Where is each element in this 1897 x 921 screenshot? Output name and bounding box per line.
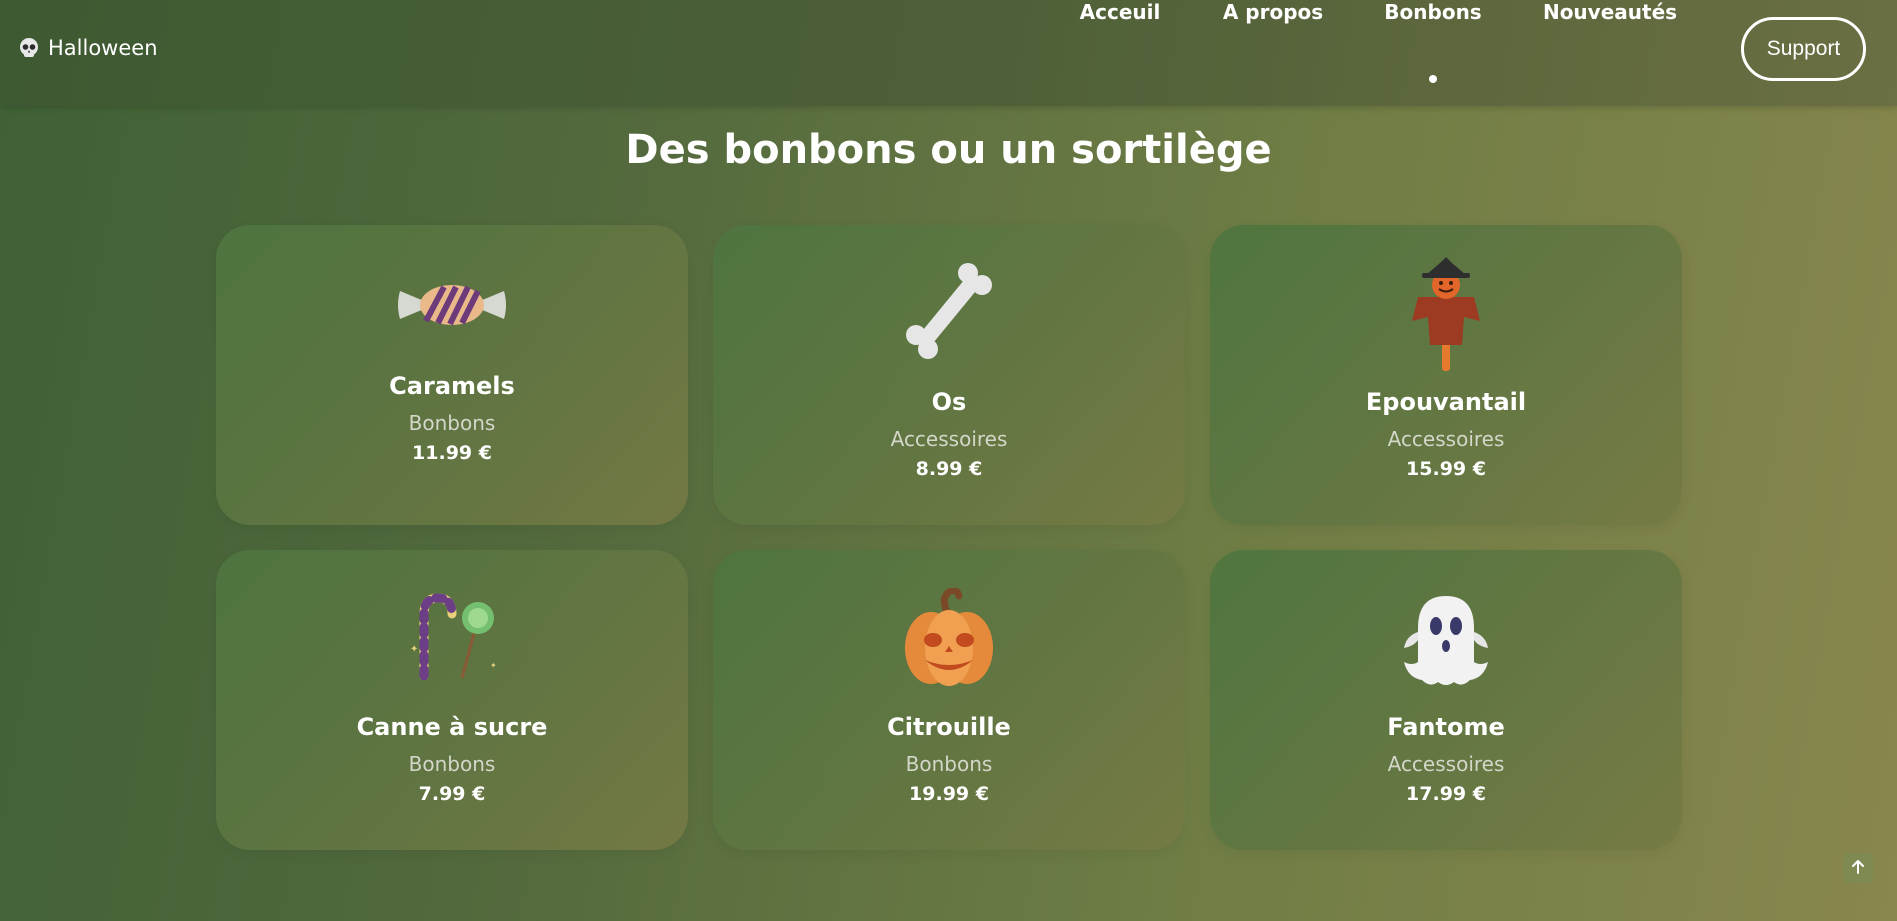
logo-text: Halloween xyxy=(48,36,158,60)
scarecrow-icon xyxy=(1406,257,1486,377)
product-card-fantome[interactable]: Fantome Accessoires 17.99 € xyxy=(1210,550,1682,850)
product-category: Bonbons xyxy=(408,752,496,776)
product-price: 11.99 € xyxy=(412,442,492,464)
product-card-canne-a-sucre[interactable]: ✦ ✦ Canne à sucre Bonbons 7.99 € xyxy=(216,550,688,850)
product-name: Citrouille xyxy=(887,713,1011,741)
nav-item-a-propos[interactable]: A propos xyxy=(1223,0,1323,24)
skull-icon xyxy=(18,37,40,59)
pumpkin-icon xyxy=(901,587,997,692)
nav-item-bonbons[interactable]: Bonbons xyxy=(1384,0,1481,24)
product-card-epouvantail[interactable]: Epouvantail Accessoires 15.99 € xyxy=(1210,225,1682,525)
svg-text:✦: ✦ xyxy=(490,661,497,670)
scroll-to-top-button[interactable] xyxy=(1843,853,1873,883)
product-price: 8.99 € xyxy=(915,458,983,480)
support-button[interactable]: Support xyxy=(1741,17,1866,81)
product-category: Bonbons xyxy=(905,752,993,776)
product-category: Accessoires xyxy=(1387,752,1505,776)
wrapped-candy-icon xyxy=(396,281,508,333)
logo[interactable]: Halloween xyxy=(18,36,158,60)
product-price: 19.99 € xyxy=(909,783,989,805)
header: Halloween Acceuil A propos Bonbons Nouve… xyxy=(0,0,1897,106)
candy-cane-icon: ✦ ✦ xyxy=(402,592,502,686)
active-nav-indicator xyxy=(1429,75,1437,83)
product-name: Os xyxy=(931,388,967,416)
product-card-os[interactable]: Os Accessoires 8.99 € xyxy=(713,225,1185,525)
nav-item-nouveautes[interactable]: Nouveautés xyxy=(1543,0,1677,24)
bone-icon xyxy=(904,263,994,363)
product-price: 7.99 € xyxy=(418,783,486,805)
product-card-caramels[interactable]: Caramels Bonbons 11.99 € xyxy=(216,225,688,525)
product-category: Accessoires xyxy=(1387,427,1505,451)
product-category: Bonbons xyxy=(408,411,496,435)
page-title: Des bonbons ou un sortilège xyxy=(625,127,1272,173)
product-name: Caramels xyxy=(389,372,515,400)
product-category: Accessoires xyxy=(890,427,1008,451)
nav-item-acceuil[interactable]: Acceuil xyxy=(1080,0,1161,24)
product-price: 15.99 € xyxy=(1406,458,1486,480)
ghost-icon xyxy=(1400,592,1492,692)
product-name: Epouvantail xyxy=(1365,388,1527,416)
product-name: Canne à sucre xyxy=(356,713,548,741)
product-price: 17.99 € xyxy=(1406,783,1486,805)
svg-text:✦: ✦ xyxy=(410,644,418,655)
product-name: Fantome xyxy=(1387,713,1505,741)
arrow-up-icon xyxy=(1851,859,1865,878)
product-card-citrouille[interactable]: Citrouille Bonbons 19.99 € xyxy=(713,550,1185,850)
